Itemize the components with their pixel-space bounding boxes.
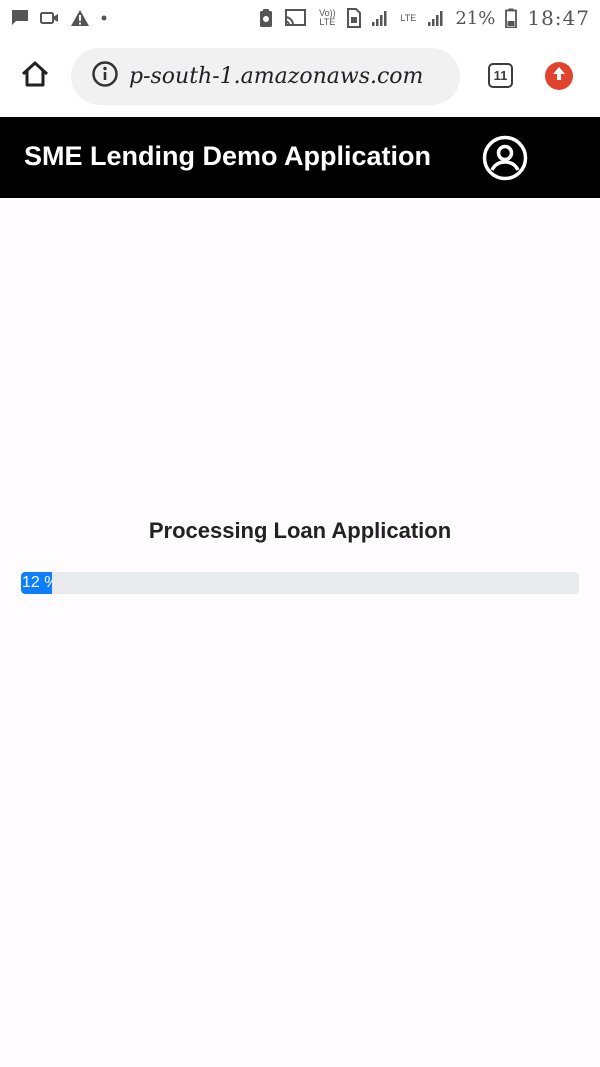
clock: 18:47 [527,6,590,30]
battery-percent: 21% [455,7,496,29]
clipboard-icon [259,8,273,28]
signal-icon [371,9,389,27]
home-icon [20,60,50,93]
message-icon [10,8,30,28]
battery-icon [505,8,518,28]
warning-icon [70,9,90,27]
volte-label: Vo)) LTE [319,8,336,27]
update-icon [550,65,568,88]
lte-label: LTE [400,12,417,23]
main-content: Processing Loan Application 12 % [0,198,600,1067]
status-bar-left [10,8,108,28]
status-bar-right: Vo)) LTE LTE 21% 18:47 [259,6,590,30]
progress-bar: 12 % [21,572,579,594]
tab-switcher-button[interactable]: 11 [488,63,513,88]
browser-toolbar: p-south-1.amazonaws.com 11 [0,36,600,117]
cast-icon [283,8,307,28]
progress-label: 12 % [22,574,52,591]
tab-count: 11 [493,68,508,83]
update-button[interactable] [545,62,573,90]
address-bar[interactable]: p-south-1.amazonaws.com [71,48,460,105]
progress-fill: 12 % [21,572,52,594]
url-text[interactable]: p-south-1.amazonaws.com [129,64,423,89]
app-title: SME Lending Demo Application [24,141,432,171]
dot-icon [100,14,108,22]
signal-icon [427,9,445,27]
account-button[interactable] [482,135,528,181]
home-button[interactable] [20,61,50,91]
video-camera-icon [40,10,60,26]
account-circle-icon [482,135,528,185]
processing-title: Processing Loan Application [148,518,452,543]
sim-icon [347,8,362,28]
status-bar: Vo)) LTE LTE 21% 18:47 [0,0,600,36]
info-icon[interactable] [91,60,119,93]
